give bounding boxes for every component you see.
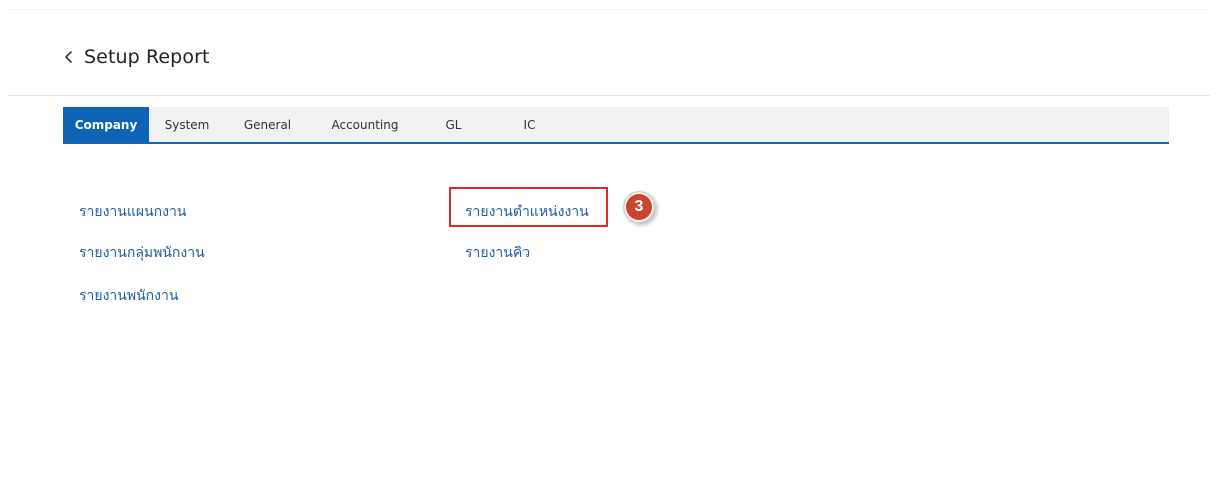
tab-accounting[interactable]: Accounting — [310, 107, 420, 142]
report-link-employee-group[interactable]: รายงานกลุ่มพนักงาน — [79, 242, 205, 264]
report-tabs: Company System General Accounting GL IC — [63, 107, 1169, 144]
chevron-left-icon — [65, 51, 72, 63]
report-link-queue[interactable]: รายงานคิว — [465, 242, 530, 264]
report-link-department[interactable]: รายงานแผนกงาน — [79, 201, 186, 223]
page-header: Setup Report — [62, 42, 210, 72]
tab-system[interactable]: System — [149, 107, 225, 142]
tab-gl[interactable]: GL — [420, 107, 487, 142]
back-button[interactable] — [62, 45, 76, 69]
tab-general[interactable]: General — [225, 107, 310, 142]
page-title: Setup Report — [84, 46, 210, 68]
step-badge: 3 — [623, 191, 655, 223]
report-list: รายงานแผนกงาน รายงานกลุ่มพนักงาน รายงานพ… — [0, 0, 1218, 498]
header-divider — [8, 95, 1210, 96]
setup-report-page: Setup Report Company System General Acco… — [0, 0, 1218, 498]
tab-ic[interactable]: IC — [487, 107, 572, 142]
highlight-box — [449, 187, 608, 227]
top-divider — [8, 9, 1210, 10]
report-link-employee[interactable]: รายงานพนักงาน — [79, 285, 178, 307]
tab-company[interactable]: Company — [63, 107, 149, 142]
